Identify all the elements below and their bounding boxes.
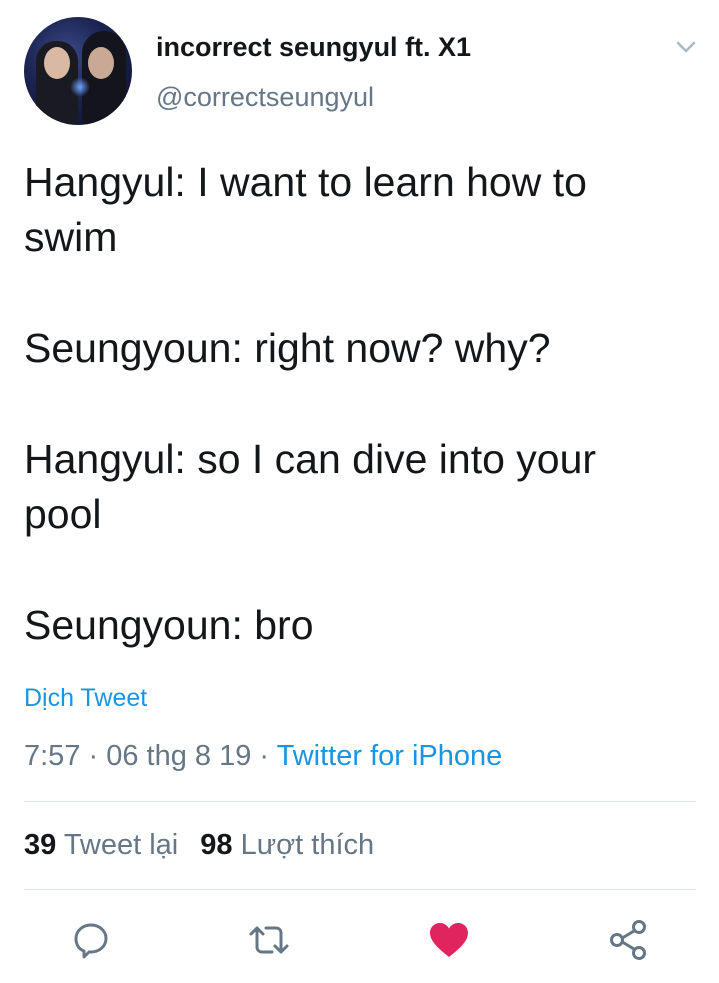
translate-tweet-link[interactable]: Dịch Tweet [24,684,147,713]
avatar-face-left [44,47,70,79]
meta-separator: · [251,740,277,772]
reply-button[interactable] [66,915,116,965]
display-name[interactable]: incorrect seungyul ft. X1 [156,32,471,63]
share-button[interactable] [604,915,654,965]
tweet-date: 06 thg 8 19 [106,740,252,772]
likes-stat[interactable]: 98 Lượt thích [200,829,374,861]
tweet-paragraph: Hangyul: so I can dive into your pool [24,436,597,537]
tweet-paragraph: Seungyoun: bro [24,602,314,648]
retweets-label: Tweet lại [63,829,179,861]
tweet-source-link[interactable]: Twitter for iPhone [277,740,503,772]
divider [24,801,696,802]
retweet-button[interactable] [244,915,294,965]
heart-icon [430,923,468,957]
tweet-actions [0,915,719,965]
avatar-face-right [88,47,114,79]
like-button[interactable] [424,915,474,965]
divider [24,889,696,890]
retweets-count: 39 [24,829,57,861]
user-handle[interactable]: @correctseungyul [156,82,374,113]
likes-label: Lượt thích [240,829,375,861]
avatar-stage-light [70,77,90,97]
meta-separator: · [80,740,107,772]
avatar[interactable] [24,17,132,125]
retweet-icon [249,926,289,954]
tweet-paragraph: Hangyul: I want to learn how to swim [24,159,587,260]
tweet-meta: 7:57 · 06 thg 8 19 · Twitter for iPhone [24,740,502,773]
reply-icon [74,923,108,959]
tweet-text: Hangyul: I want to learn how to swim Seu… [24,155,684,653]
tweet-time: 7:57 [24,740,81,772]
chevron-down-icon[interactable] [672,36,700,58]
likes-count: 98 [200,829,233,861]
share-icon [610,920,646,960]
tweet-paragraph: Seungyoun: right now? why? [24,325,551,371]
tweet-stats: 39 Tweet lại 98 Lượt thích [24,829,374,862]
retweets-stat[interactable]: 39 Tweet lại [24,829,178,861]
